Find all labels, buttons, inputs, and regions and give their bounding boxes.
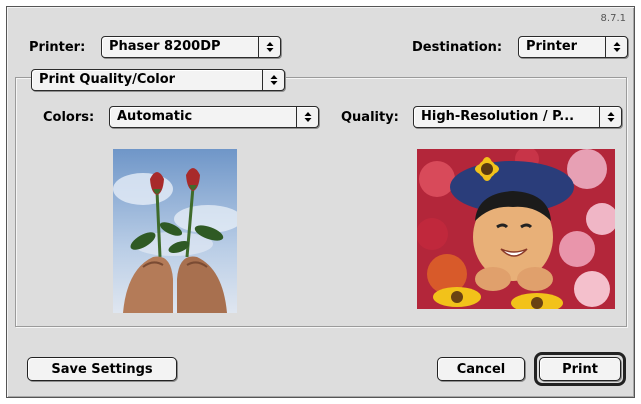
cancel-button[interactable]: Cancel bbox=[437, 357, 525, 381]
print-label: Print bbox=[562, 361, 598, 377]
cancel-label: Cancel bbox=[456, 361, 506, 377]
quality-popup[interactable]: High-Resolution / P... bbox=[413, 106, 622, 128]
printer-value: Phaser 8200DP bbox=[109, 39, 221, 54]
quality-label: Quality: bbox=[341, 110, 399, 125]
quality-value: High-Resolution / P... bbox=[421, 109, 575, 124]
colors-preview-image bbox=[113, 149, 237, 313]
popup-arrows-icon bbox=[605, 37, 627, 57]
version-label: 8.7.1 bbox=[600, 13, 626, 24]
printer-popup[interactable]: Phaser 8200DP bbox=[101, 36, 281, 58]
panel-value: Print Quality/Color bbox=[39, 72, 176, 87]
destination-popup[interactable]: Printer bbox=[518, 36, 628, 58]
printer-label: Printer: bbox=[29, 40, 86, 55]
colors-label: Colors: bbox=[43, 110, 95, 125]
colors-value: Automatic bbox=[117, 109, 193, 124]
save-settings-button[interactable]: Save Settings bbox=[27, 357, 177, 381]
colors-popup[interactable]: Automatic bbox=[109, 106, 319, 128]
destination-value: Printer bbox=[526, 39, 578, 54]
panel-popup[interactable]: Print Quality/Color bbox=[31, 69, 285, 91]
popup-arrows-icon bbox=[262, 70, 284, 90]
popup-arrows-icon bbox=[599, 107, 621, 127]
print-button[interactable]: Print bbox=[539, 357, 621, 381]
print-dialog: 8.7.1 Printer: Phaser 8200DP Destination… bbox=[6, 6, 635, 398]
destination-label: Destination: bbox=[412, 40, 503, 55]
save-settings-label: Save Settings bbox=[51, 361, 153, 377]
quality-preview-image bbox=[417, 149, 615, 309]
popup-arrows-icon bbox=[258, 37, 280, 57]
popup-arrows-icon bbox=[296, 107, 318, 127]
